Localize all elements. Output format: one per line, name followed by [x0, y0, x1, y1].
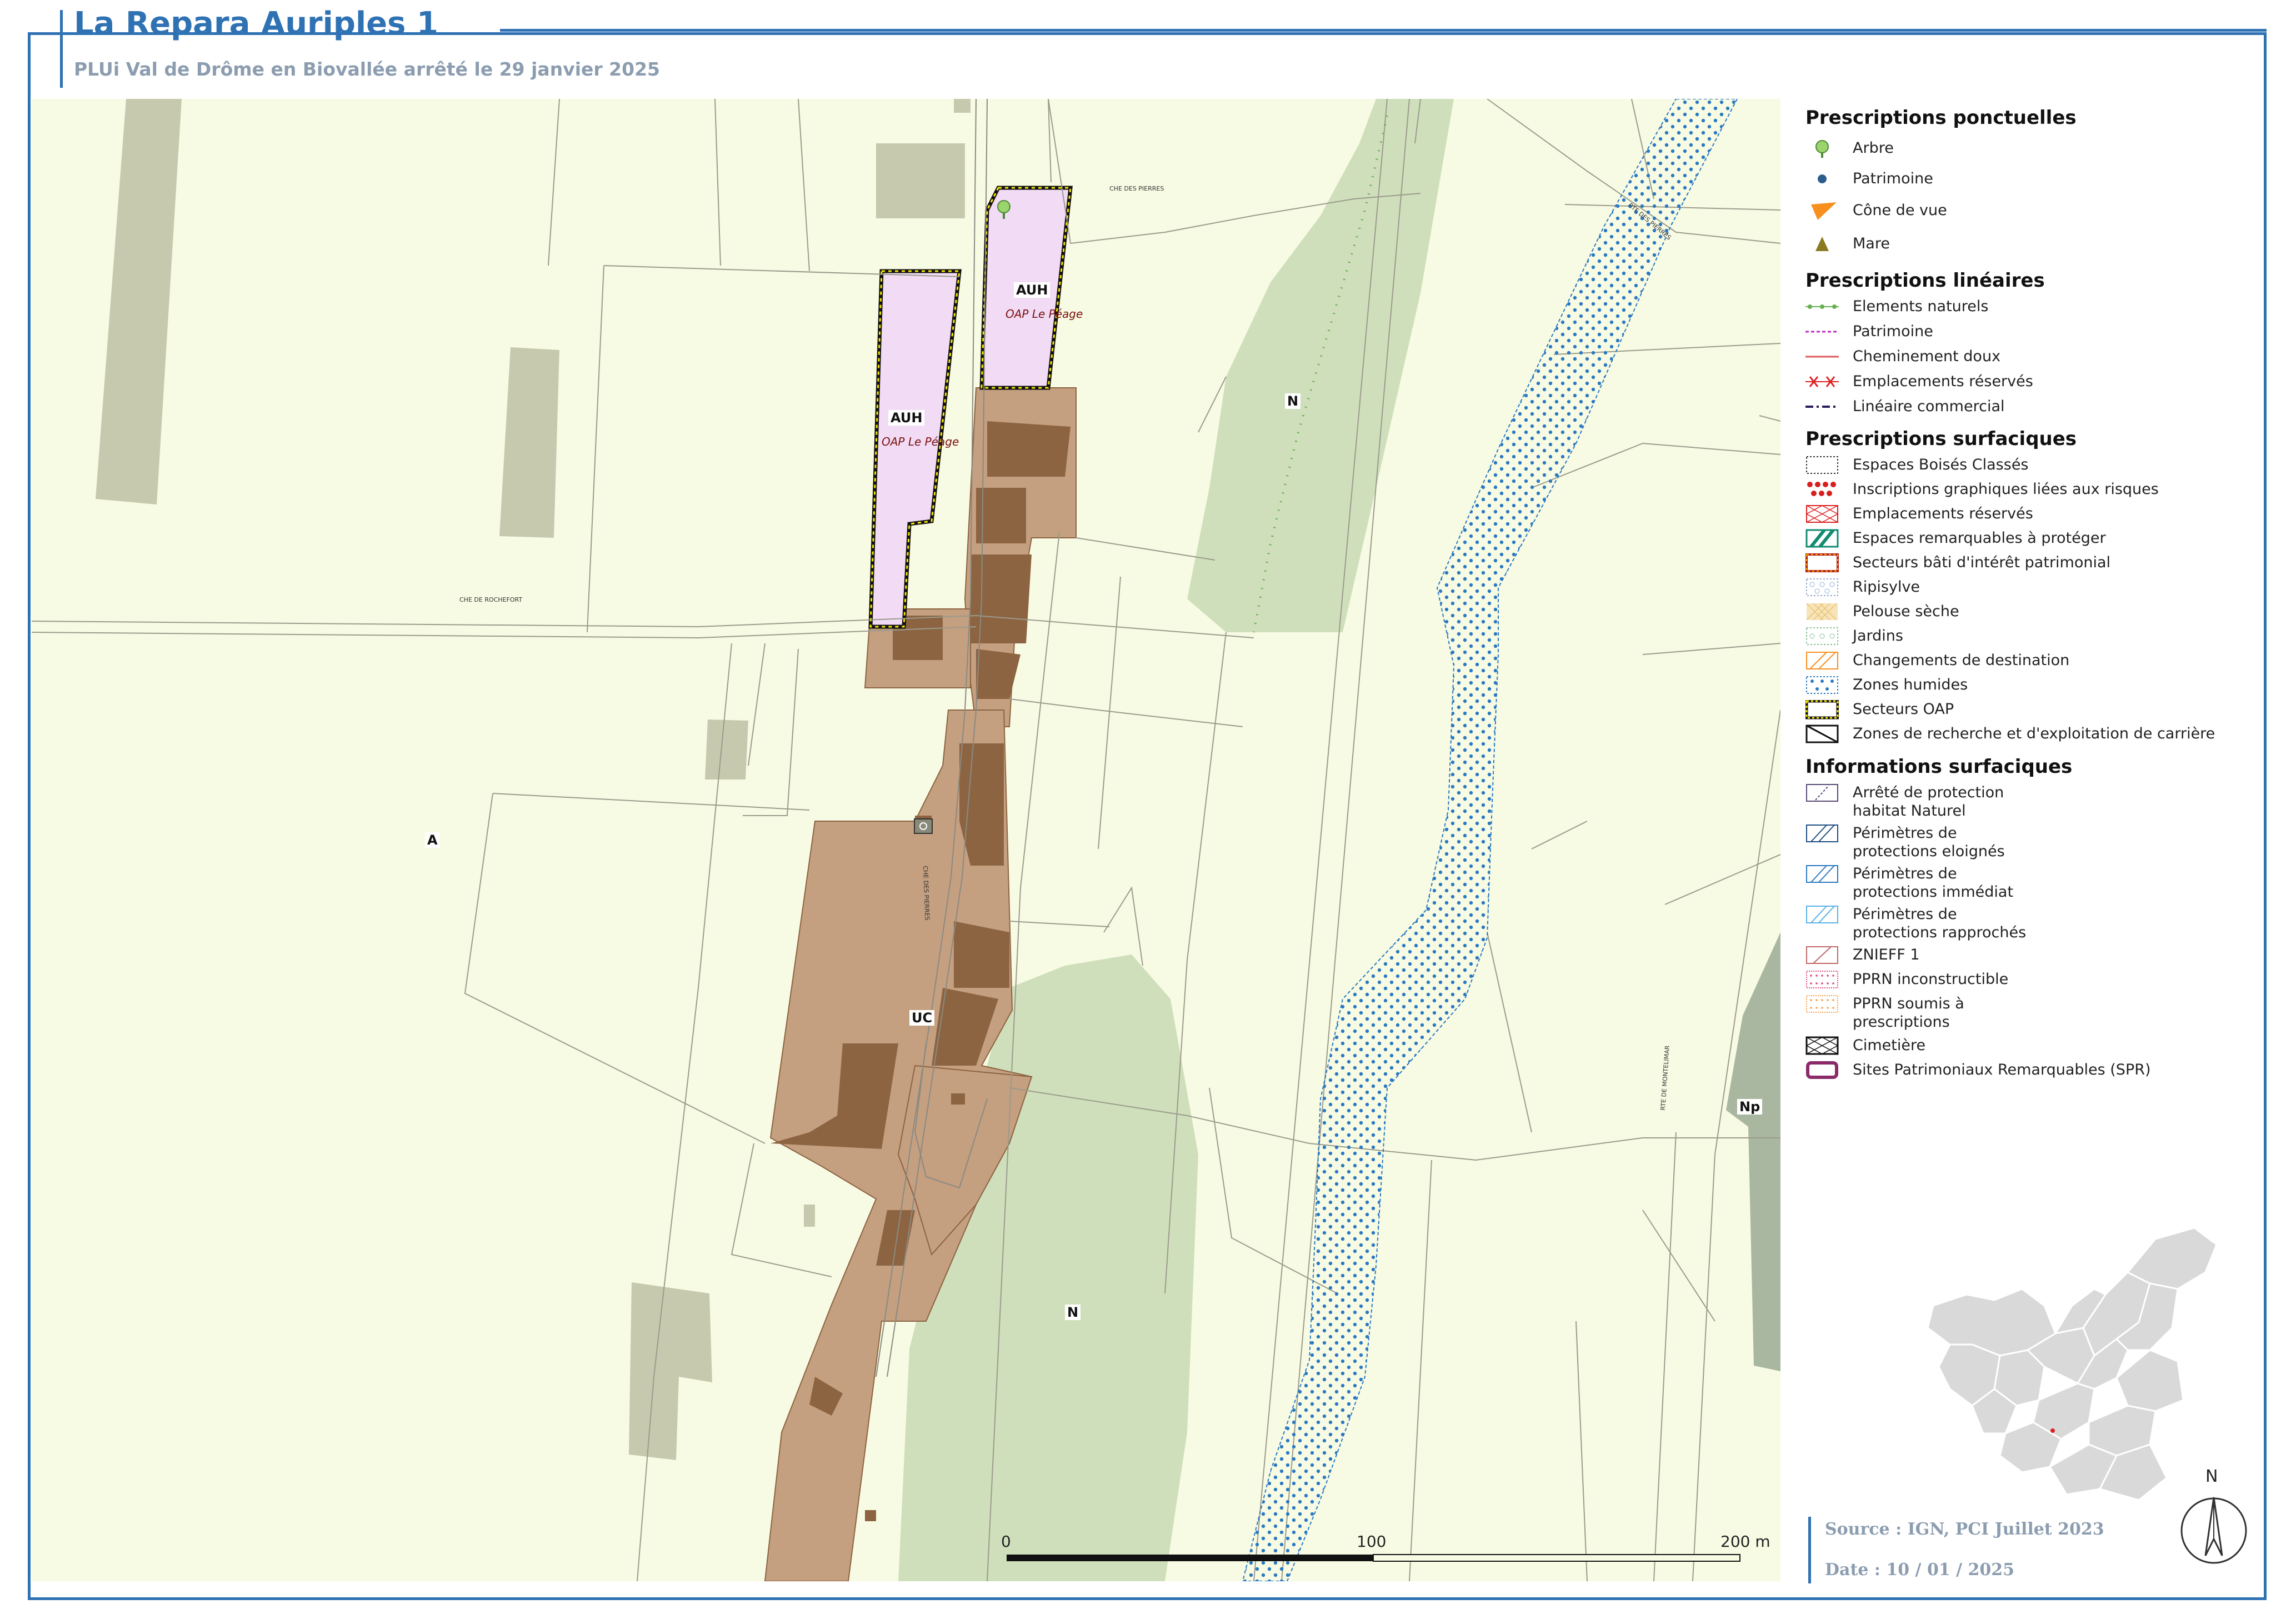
legend-heading-surfaciques: Prescriptions surfaciques: [1805, 428, 2077, 450]
zone-label-uc: UC: [909, 1010, 935, 1026]
swatch-icon: [1806, 946, 1838, 964]
cross-line-icon: [1805, 376, 1839, 387]
date-text: Date : 10 / 01 / 2025: [1825, 1560, 2015, 1580]
swatch-icon: [1806, 578, 1838, 596]
swatch-icon: [1806, 456, 1838, 474]
dot-icon: [1818, 174, 1827, 183]
swatch-icon: [1805, 553, 1839, 572]
legend-heading-informations: Informations surfaciques: [1805, 756, 2073, 778]
swatch-icon: [1806, 627, 1838, 645]
swatch-icon: [1807, 481, 1838, 498]
zone-label-n-top: N: [1285, 393, 1301, 409]
triangle-icon: [1815, 237, 1829, 251]
map-canvas[interactable]: A N N Np UC AUH AUH OAP Le Péage OAP Le …: [32, 99, 1780, 1581]
tree-icon: [1815, 140, 1829, 158]
line-icon: [1805, 356, 1839, 358]
swatch-icon: [1806, 906, 1838, 923]
scale-end: 200 m: [1720, 1532, 1770, 1551]
zone-label-auh-right: AUH: [1014, 282, 1051, 298]
scale-zero: 0: [1001, 1532, 1011, 1551]
dashed-line-icon: [1805, 331, 1839, 333]
swatch-icon: [1806, 676, 1838, 694]
view-cone-icon: [1811, 202, 1837, 220]
road-label-rochefort: CHE DE ROCHEFORT: [459, 596, 523, 603]
source-text: Source : IGN, PCI Juillet 2023: [1825, 1520, 2104, 1539]
legend-heading-lineaires: Prescriptions linéaires: [1805, 269, 2045, 292]
swatch-icon: [1806, 865, 1838, 883]
oap-label-right: OAP Le Péage: [1006, 307, 1083, 321]
swatch-icon: [1805, 724, 1839, 743]
swatch-icon: [1806, 652, 1838, 669]
scale-bar: [1007, 1554, 1740, 1562]
swatch-icon: [1806, 603, 1838, 621]
swatch-icon: [1805, 505, 1839, 523]
source-accent-bar: [1808, 1517, 1811, 1583]
swatch-icon: [1806, 1061, 1838, 1079]
swatch-icon: [1806, 971, 1838, 988]
legend-panel: Prescriptions ponctuelles Arbre Patrimoi…: [1800, 106, 2255, 1106]
north-label: N: [2205, 1467, 2218, 1486]
tree-icon[interactable]: [996, 199, 1012, 221]
cemetery-icon: [914, 818, 933, 834]
map-drawing: [32, 99, 1780, 1581]
scale-mid: 100: [1357, 1532, 1387, 1551]
legend-heading-ponctuelles: Prescriptions ponctuelles: [1805, 107, 2077, 129]
dash-dot-line-icon: [1805, 406, 1839, 408]
zone-label-auh-left: AUH: [888, 410, 925, 426]
zone-label-n-bottom: N: [1065, 1305, 1081, 1320]
oap-label-left: OAP Le Péage: [882, 435, 959, 448]
title-rule: [500, 29, 2267, 32]
swatch-icon: [1805, 700, 1839, 719]
swatch-icon: [1806, 784, 1838, 802]
grey-parcels: [96, 99, 971, 1460]
road-label-pierres: CHE DES PIERRES: [1109, 185, 1164, 192]
dotted-line-icon: [1805, 304, 1839, 309]
zone-label-np: Np: [1737, 1099, 1763, 1115]
zone-label-a: A: [425, 832, 440, 848]
swatch-icon: [1805, 529, 1839, 548]
swatch-icon: [1805, 1036, 1839, 1055]
swatch-icon: [1806, 825, 1838, 842]
swatch-icon: [1806, 995, 1838, 1013]
north-arrow-icon: [2180, 1497, 2247, 1564]
